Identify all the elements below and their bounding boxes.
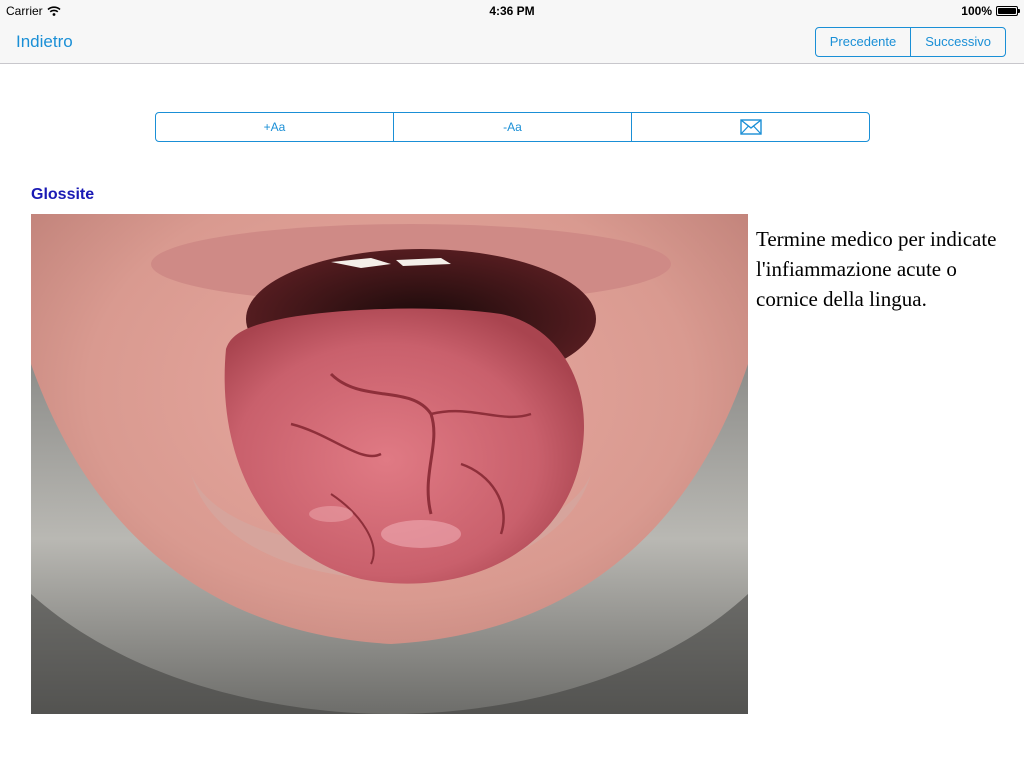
text-tools-segmented-control: +Aa -Aa bbox=[155, 112, 870, 142]
status-bar: Carrier 4:36 PM 100% bbox=[0, 0, 1024, 20]
previous-button[interactable]: Precedente bbox=[816, 28, 910, 56]
article-description: Termine medico per indicate l'infiammazi… bbox=[756, 227, 997, 311]
decrease-font-button[interactable]: -Aa bbox=[393, 113, 631, 141]
status-time: 4:36 PM bbox=[489, 4, 535, 18]
email-button[interactable] bbox=[631, 113, 869, 141]
tongue-photo bbox=[31, 214, 748, 714]
next-button[interactable]: Successivo bbox=[910, 28, 1005, 56]
back-button[interactable]: Indietro bbox=[16, 32, 73, 52]
battery-icon bbox=[996, 6, 1020, 16]
prev-next-segmented-control: Precedente Successivo bbox=[814, 27, 1006, 57]
navigation-bar: Indietro Precedente Successivo bbox=[0, 20, 1024, 64]
envelope-icon bbox=[739, 119, 762, 135]
increase-font-button[interactable]: +Aa bbox=[156, 113, 393, 141]
status-right: 100% bbox=[961, 4, 1020, 18]
article-title: Glossite bbox=[31, 186, 95, 203]
photo-graphic bbox=[31, 214, 748, 714]
battery-percent: 100% bbox=[961, 4, 992, 18]
battery-fill bbox=[998, 8, 1016, 14]
